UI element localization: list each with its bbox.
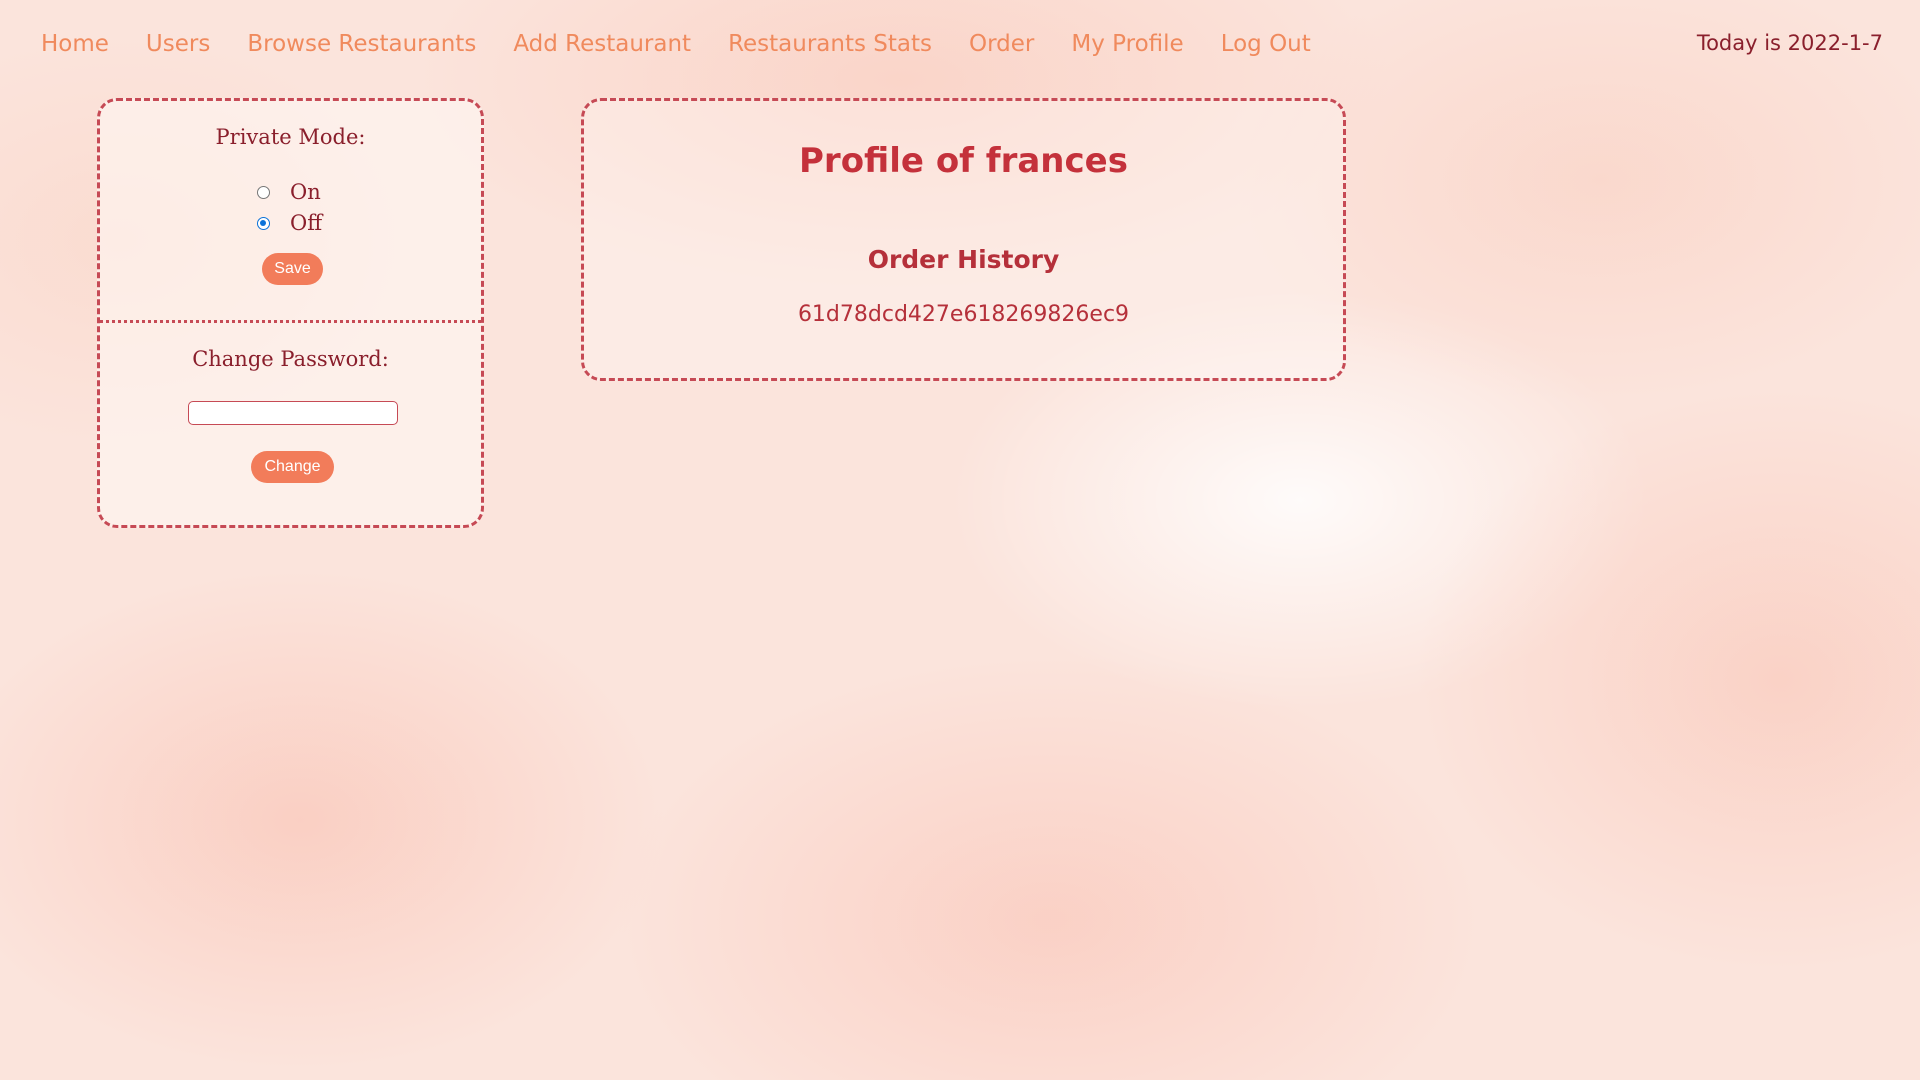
radio-on[interactable] [257,185,270,199]
profile-title: Profile of frances [799,141,1128,181]
nav-link-log-out[interactable]: Log Out [1221,31,1311,57]
today-date: Today is 2022-1-7 [1696,31,1883,55]
nav-link-home[interactable]: Home [41,31,109,57]
radio-off-label: Off [290,211,323,235]
radio-on-label: On [290,180,321,204]
nav-link-add-restaurant[interactable]: Add Restaurant [513,31,691,57]
save-button[interactable]: Save [262,253,323,285]
radio-on-row: On [257,180,321,204]
change-password-label: Change Password: [192,347,389,371]
private-mode-section: Private Mode: On Off Save [100,101,481,323]
radio-off[interactable] [257,216,270,230]
profile-panel: Profile of frances Order History 61d78dc… [581,98,1346,381]
nav-link-browse-restaurants[interactable]: Browse Restaurants [247,31,476,57]
nav-link-my-profile[interactable]: My Profile [1071,31,1183,57]
change-password-button[interactable]: Change [251,451,334,483]
nav-link-order[interactable]: Order [969,31,1034,57]
nav-link-users[interactable]: Users [146,31,210,57]
order-id-link[interactable]: 61d78dcd427e618269826ec9 [584,302,1343,327]
settings-panel: Private Mode: On Off Save Change Passwor… [97,98,484,528]
private-mode-label: Private Mode: [215,125,366,149]
top-navigation: Home Users Browse Restaurants Add Restau… [0,0,1920,90]
radio-off-row: Off [257,211,322,235]
password-input[interactable] [188,401,398,425]
nav-link-restaurants-stats[interactable]: Restaurants Stats [728,31,932,57]
nav-links: Home Users Browse Restaurants Add Restau… [41,31,1348,57]
order-history-heading: Order History [867,245,1060,274]
